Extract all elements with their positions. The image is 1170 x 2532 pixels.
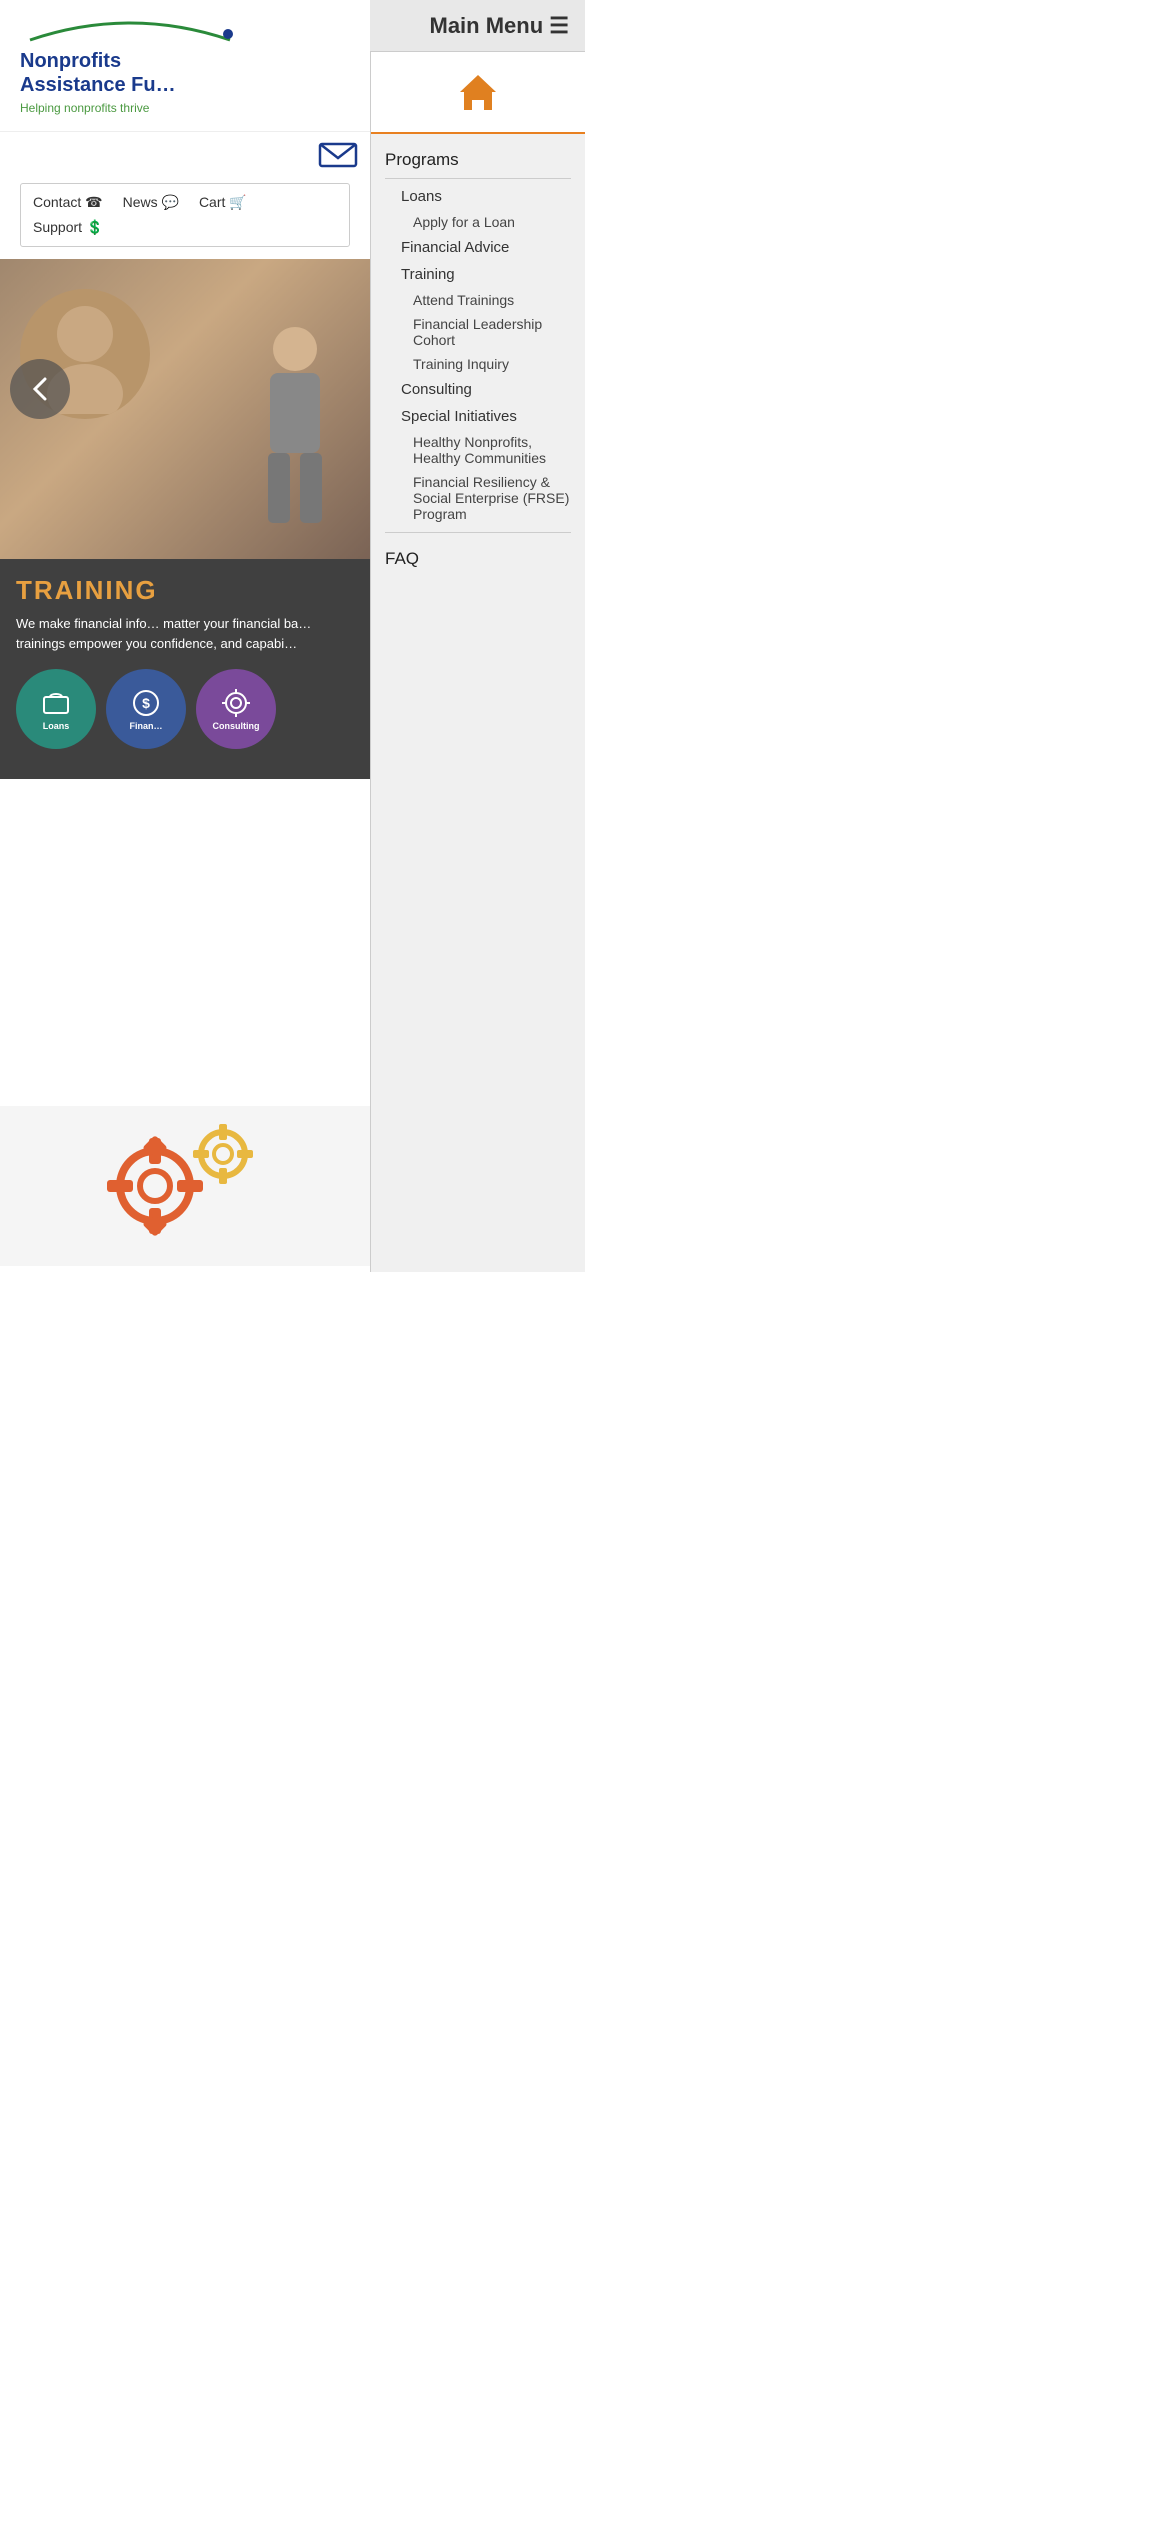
- menu-healthy-nonprofits[interactable]: Healthy Nonprofits, Healthy Communities: [385, 430, 571, 470]
- menu-loans[interactable]: Loans: [385, 183, 571, 210]
- menu-apply-for-loan[interactable]: Apply for a Loan: [385, 210, 571, 234]
- logo-area: NonprofitsAssistance Fu… Helping nonprof…: [0, 0, 370, 132]
- financial-advice-icon-circle: $ Finan…: [106, 669, 186, 749]
- slide-overlay: TRAINING We make financial info… matter …: [0, 559, 370, 779]
- menu-consulting[interactable]: Consulting: [385, 376, 571, 403]
- bottom-gear-section: [0, 1106, 370, 1266]
- chevron-left-icon: [25, 374, 55, 404]
- contact-link[interactable]: Contact ☎: [33, 194, 103, 211]
- menu-programs[interactable]: Programs: [385, 144, 571, 174]
- slideshow: TRAINING We make financial info… matter …: [0, 259, 370, 779]
- menu-faq[interactable]: FAQ: [385, 543, 571, 573]
- org-name: NonprofitsAssistance Fu…: [20, 49, 350, 97]
- menu-training[interactable]: Training: [385, 261, 571, 288]
- loans-icon-circle: Loans: [16, 669, 96, 749]
- menu-attend-trainings[interactable]: Attend Trainings: [385, 288, 571, 312]
- menu-home-button[interactable]: [371, 52, 585, 134]
- divider: [385, 178, 571, 179]
- news-link[interactable]: News 💬: [123, 194, 179, 211]
- left-panel: NonprofitsAssistance Fu… Helping nonprof…: [0, 0, 370, 1266]
- menu-financial-leadership-cohort[interactable]: Financial Leadership Cohort: [385, 312, 571, 352]
- cart-icon: 🛒: [229, 194, 246, 210]
- comment-icon: 💬: [162, 194, 179, 210]
- email-icon: [318, 140, 358, 170]
- right-dropdown-menu: Programs Loans Apply for a Loan Financia…: [370, 52, 585, 1272]
- svg-text:$: $: [142, 695, 150, 711]
- menu-section-faq: FAQ: [371, 533, 585, 579]
- menu-training-inquiry[interactable]: Training Inquiry: [385, 352, 571, 376]
- menu-special-initiatives[interactable]: Special Initiatives: [385, 403, 571, 430]
- dollar-icon: 💲: [86, 219, 103, 235]
- phone-icon: ☎: [85, 194, 102, 210]
- logo-arc: [20, 16, 240, 44]
- gear-icon: [95, 1116, 275, 1256]
- consulting-icon-circle: Consulting: [196, 669, 276, 749]
- support-link[interactable]: Support 💲: [33, 219, 103, 236]
- slide-title: TRAINING: [16, 575, 354, 606]
- menu-home-icon: [456, 70, 500, 114]
- email-icon-button[interactable]: [318, 140, 358, 175]
- menu-section-programs: Programs Loans Apply for a Loan Financia…: [371, 134, 585, 532]
- slide-prev-button[interactable]: [10, 359, 70, 419]
- slide-icons: Loans $ Finan…: [16, 669, 354, 749]
- menu-financial-advice[interactable]: Financial Advice: [385, 234, 571, 261]
- menu-frse[interactable]: Financial Resiliency & Social Enterprise…: [385, 470, 571, 526]
- cart-link[interactable]: Cart 🛒: [199, 194, 247, 211]
- slide-body: We make financial info… matter your fina…: [16, 614, 354, 653]
- logo-tagline: Helping nonprofits thrive: [20, 101, 350, 115]
- contact-bar: Contact ☎ News 💬 Cart 🛒 Support 💲: [20, 183, 350, 247]
